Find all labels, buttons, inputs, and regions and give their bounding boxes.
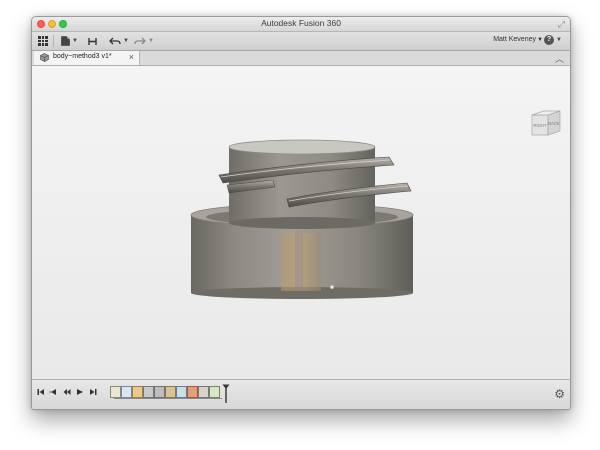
toolbar-divider bbox=[53, 35, 54, 47]
3d-viewport[interactable]: RIGHT BACK bbox=[32, 66, 570, 379]
timeline-feature-thread-icon[interactable] bbox=[198, 386, 209, 398]
redo-icon bbox=[134, 37, 146, 44]
timeline-bar: ⚙ bbox=[32, 379, 570, 409]
timeline-feature-fillet-icon[interactable] bbox=[165, 386, 176, 398]
redo-button[interactable]: ▼ bbox=[134, 33, 154, 49]
viewcube-face-right[interactable]: RIGHT bbox=[533, 123, 546, 128]
undo-button[interactable]: ▼ bbox=[109, 33, 129, 49]
component-icon bbox=[40, 53, 49, 62]
user-name-label[interactable]: Matt Keveney bbox=[493, 36, 536, 43]
timeline-feature-extrude-icon[interactable] bbox=[187, 386, 198, 398]
timeline-feature-sketch-icon[interactable] bbox=[176, 386, 187, 398]
step-back-icon[interactable] bbox=[49, 388, 57, 396]
timeline-feature-extrude-icon[interactable] bbox=[132, 386, 143, 398]
help-button[interactable]: ? ▼ bbox=[544, 35, 562, 45]
timeline-feature-combine-icon[interactable] bbox=[154, 386, 165, 398]
gear-icon[interactable]: ⚙ bbox=[554, 387, 565, 401]
chevron-down-icon: ▼ bbox=[72, 38, 78, 44]
chevron-down-icon: ▼ bbox=[148, 38, 154, 44]
save-button[interactable] bbox=[88, 33, 97, 49]
tab-document[interactable]: body~method3 v1* × bbox=[34, 51, 140, 65]
undo-icon bbox=[109, 37, 121, 44]
chevron-up-icon[interactable]: ︿ bbox=[555, 52, 564, 65]
viewcube[interactable]: RIGHT BACK bbox=[529, 107, 563, 139]
timeline-feature-sketch-icon[interactable] bbox=[121, 386, 132, 398]
chevron-down-icon: ▼ bbox=[123, 38, 129, 44]
document-tab-bar: body~method3 v1* × ︿ bbox=[32, 51, 570, 66]
timeline-feature-sketch-icon[interactable] bbox=[110, 386, 121, 398]
play-back-icon[interactable] bbox=[63, 388, 71, 396]
quick-access-toolbar: ▼ ▼ ▼ Matt Keveney ▼ ? ▼ bbox=[32, 32, 570, 51]
timeline-marker[interactable] bbox=[222, 384, 230, 404]
app-window: Autodesk Fusion 360 ⤢ ▼ ▼ ▼ Matt Keveney… bbox=[31, 16, 571, 410]
chevron-down-icon: ▼ bbox=[556, 37, 562, 43]
save-icon bbox=[88, 37, 97, 45]
title-bar: Autodesk Fusion 360 ⤢ bbox=[32, 17, 570, 32]
timeline-feature-sketch-icon[interactable] bbox=[209, 386, 220, 398]
go-to-end-icon[interactable] bbox=[89, 388, 97, 396]
timeline-feature-coil-icon[interactable] bbox=[143, 386, 154, 398]
play-icon[interactable] bbox=[76, 388, 84, 396]
help-icon: ? bbox=[544, 35, 555, 45]
fullscreen-icon[interactable]: ⤢ bbox=[558, 19, 565, 30]
file-icon bbox=[61, 36, 70, 46]
close-tab-icon[interactable]: × bbox=[129, 52, 134, 62]
window-title: Autodesk Fusion 360 bbox=[261, 18, 341, 28]
tab-label: body~method3 v1* bbox=[53, 53, 112, 60]
threaded-cap-model[interactable] bbox=[189, 139, 415, 309]
data-panel-button[interactable] bbox=[38, 33, 48, 49]
chevron-down-icon[interactable]: ▼ bbox=[537, 37, 543, 43]
viewcube-face-back[interactable]: BACK bbox=[548, 121, 560, 126]
timeline-track bbox=[114, 398, 222, 399]
go-to-start-icon[interactable] bbox=[37, 388, 45, 396]
grid-icon bbox=[38, 36, 48, 46]
file-menu-button[interactable]: ▼ bbox=[61, 33, 78, 49]
